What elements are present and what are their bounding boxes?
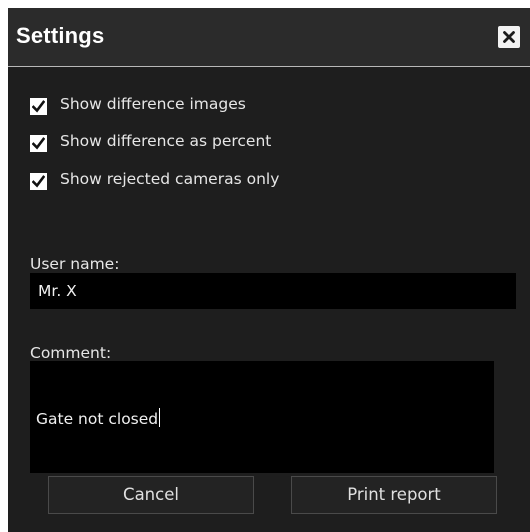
comment-value: Gate not closed <box>36 410 159 428</box>
comment-label: Comment: <box>30 344 112 362</box>
checkmark-icon <box>32 100 45 113</box>
user-name-label: User name: <box>30 255 120 273</box>
option-label: Show difference as percent <box>60 132 272 150</box>
close-button[interactable] <box>498 26 520 48</box>
close-icon <box>503 31 515 43</box>
checkmark-icon <box>32 175 45 188</box>
option-label: Show rejected cameras only <box>60 170 280 188</box>
user-name-input[interactable] <box>30 273 516 309</box>
option-label: Show difference images <box>60 95 246 113</box>
comment-textarea[interactable]: Gate not closed <box>30 361 494 473</box>
text-caret <box>159 408 161 427</box>
title-bar: Settings <box>8 8 530 67</box>
checkmark-icon <box>32 137 45 150</box>
checkbox-show-rejected-cameras-only[interactable] <box>30 173 47 190</box>
checkbox-show-difference-as-percent[interactable] <box>30 135 47 152</box>
print-report-button[interactable]: Print report <box>291 476 497 514</box>
cancel-button[interactable]: Cancel <box>48 476 254 514</box>
dialog-title: Settings <box>16 23 105 48</box>
checkbox-show-difference-images[interactable] <box>30 98 47 115</box>
comment-text-line: Gate not closed <box>36 408 161 428</box>
settings-dialog: Settings Show difference images Show dif… <box>8 8 530 532</box>
